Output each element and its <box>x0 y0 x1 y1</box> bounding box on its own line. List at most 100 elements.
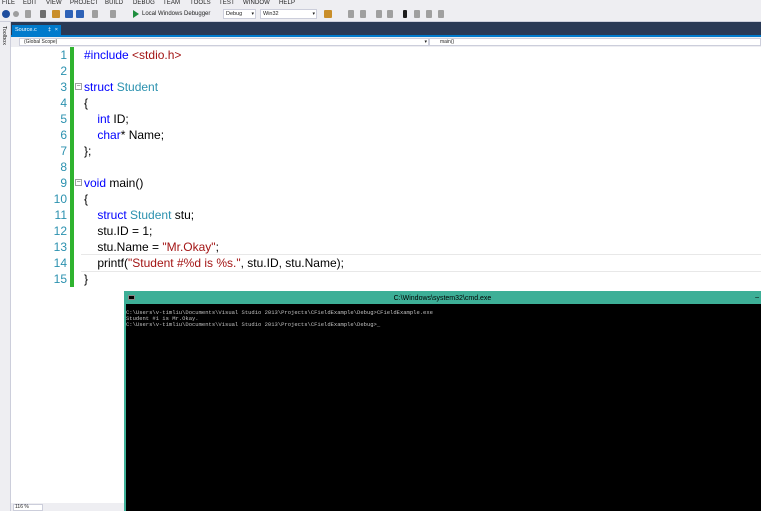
pin-icon[interactable]: ‡ <box>48 25 51 35</box>
find-in-files-icon[interactable] <box>324 10 332 18</box>
outdent-icon[interactable] <box>360 10 366 18</box>
refresh-icon[interactable] <box>25 10 31 18</box>
change-indicator <box>70 223 74 239</box>
menu-team[interactable]: TEAM <box>163 0 180 7</box>
chevron-down-icon: ▾ <box>251 11 254 17</box>
indent-icon[interactable] <box>348 10 354 18</box>
change-indicator <box>70 255 74 271</box>
change-indicator <box>70 127 74 143</box>
platform-value: Win32 <box>263 11 279 17</box>
code-line[interactable]: 6 char* Name; <box>11 127 761 143</box>
forward-icon[interactable] <box>13 11 19 17</box>
code-line[interactable]: 4{ <box>11 95 761 111</box>
prev-bookmark-icon[interactable] <box>414 10 420 18</box>
minimize-icon[interactable]: – <box>755 291 759 304</box>
menu-window[interactable]: WINDOW <box>243 0 270 7</box>
code-text: printf("Student #%d is %s.", stu.ID, stu… <box>84 256 344 270</box>
code-text: }; <box>84 144 92 158</box>
console-window[interactable]: C:\Windows\system32\cmd.exe – C:\Users\v… <box>124 291 761 511</box>
change-indicator <box>70 79 74 95</box>
line-number: 11 <box>54 208 67 222</box>
code-text: #include <stdio.h> <box>84 48 182 62</box>
line-number: 13 <box>53 240 67 254</box>
menu-debug[interactable]: DEBUG <box>133 0 155 7</box>
change-indicator <box>70 207 74 223</box>
line-number: 7 <box>60 144 67 158</box>
code-line[interactable]: 1 #include <stdio.h> <box>11 47 761 63</box>
configuration-select[interactable]: Debug ▾ <box>223 9 256 19</box>
menu-view[interactable]: VIEW <box>46 0 62 7</box>
code-line[interactable]: 5 int ID; <box>11 111 761 127</box>
menu-test[interactable]: TEST <box>219 0 235 7</box>
navigation-bar: (Global Scope) ▾ main() <box>11 37 761 47</box>
save-icon[interactable] <box>65 10 73 18</box>
line-number: 1 <box>60 48 67 62</box>
collapse-icon[interactable]: − <box>75 179 82 186</box>
code-line[interactable]: 9 − void main() <box>11 175 761 191</box>
code-line[interactable]: 8 <box>11 159 761 175</box>
code-line[interactable]: 10 { <box>11 191 761 207</box>
code-line[interactable]: 13 stu.Name = "Mr.Okay"; <box>11 239 761 255</box>
change-indicator <box>70 175 74 191</box>
undo-icon[interactable] <box>92 10 98 18</box>
change-indicator <box>70 63 74 79</box>
menu-file[interactable]: FILE <box>2 0 15 7</box>
toolbox-tab[interactable]: Toolbox <box>1 26 7 45</box>
code-text: stu.Name = "Mr.Okay"; <box>84 240 219 254</box>
line-number: 4 <box>60 96 67 110</box>
code-text: int ID; <box>97 112 129 126</box>
tab-source-c[interactable]: Source.c ‡ × <box>12 25 61 35</box>
close-icon[interactable]: × <box>55 25 58 35</box>
change-indicator <box>70 159 74 175</box>
console-output[interactable]: C:\Users\v-timliu\Documents\Visual Studi… <box>126 304 761 511</box>
change-indicator <box>70 191 74 207</box>
line-number: 8 <box>60 160 67 174</box>
code-line[interactable]: 15} <box>11 271 761 287</box>
change-indicator <box>70 111 74 127</box>
code-line[interactable]: 14 printf("Student #%d is %s.", stu.ID, … <box>11 254 761 272</box>
code-line[interactable]: 3 − struct Student <box>11 79 761 95</box>
new-project-icon[interactable] <box>40 10 46 18</box>
console-titlebar[interactable]: C:\Windows\system32\cmd.exe – <box>124 291 761 304</box>
scope-value: (Global Scope) <box>24 39 58 45</box>
menu-build[interactable]: BUILD <box>105 0 123 7</box>
menu-edit[interactable]: EDIT <box>23 0 37 7</box>
code-line[interactable]: 11 struct Student stu; <box>11 207 761 223</box>
change-indicator <box>70 95 74 111</box>
code-line[interactable]: 7}; <box>11 143 761 159</box>
open-file-icon[interactable] <box>52 10 60 18</box>
platform-select[interactable]: Win32 ▾ <box>260 9 317 19</box>
menu-project[interactable]: PROJECT <box>70 0 99 7</box>
line-number: 2 <box>60 64 67 78</box>
line-number: 5 <box>60 112 67 126</box>
code-text: stu.ID = 1; <box>84 224 153 238</box>
tab-label: Source.c <box>15 27 37 33</box>
code-text: { <box>84 96 89 110</box>
toolbar: Local Windows Debugger Debug ▾ Win32 ▾ <box>0 7 761 22</box>
scope-select[interactable]: (Global Scope) ▾ <box>19 38 429 46</box>
comment-icon[interactable] <box>376 10 382 18</box>
zoom-select[interactable]: 116 % <box>13 504 43 511</box>
code-line[interactable]: 12 stu.ID = 1; <box>11 223 761 239</box>
line-number: 9 <box>60 176 67 190</box>
start-debug-icon[interactable] <box>133 10 139 18</box>
code-line[interactable]: 2 <box>11 63 761 79</box>
change-indicator <box>70 47 74 63</box>
next-bookmark-icon[interactable] <box>426 10 432 18</box>
line-number: 3 <box>60 80 67 94</box>
change-indicator <box>70 143 74 159</box>
console-line: C:\Users\v-timliu\Documents\Visual Studi… <box>126 321 381 328</box>
menu-help[interactable]: HELP <box>279 0 295 7</box>
back-icon[interactable] <box>2 10 10 18</box>
member-select[interactable]: main() <box>429 38 761 46</box>
bookmark-icon[interactable] <box>403 10 407 18</box>
redo-icon[interactable] <box>110 10 116 18</box>
start-debug-button[interactable]: Local Windows Debugger <box>142 9 210 19</box>
clear-bookmarks-icon[interactable] <box>438 10 444 18</box>
uncomment-icon[interactable] <box>387 10 393 18</box>
line-number: 6 <box>60 128 67 142</box>
collapse-icon[interactable]: − <box>75 83 82 90</box>
save-all-icon[interactable] <box>76 10 84 18</box>
menu-tools[interactable]: TOOLS <box>190 0 211 7</box>
member-value: main() <box>440 39 455 45</box>
